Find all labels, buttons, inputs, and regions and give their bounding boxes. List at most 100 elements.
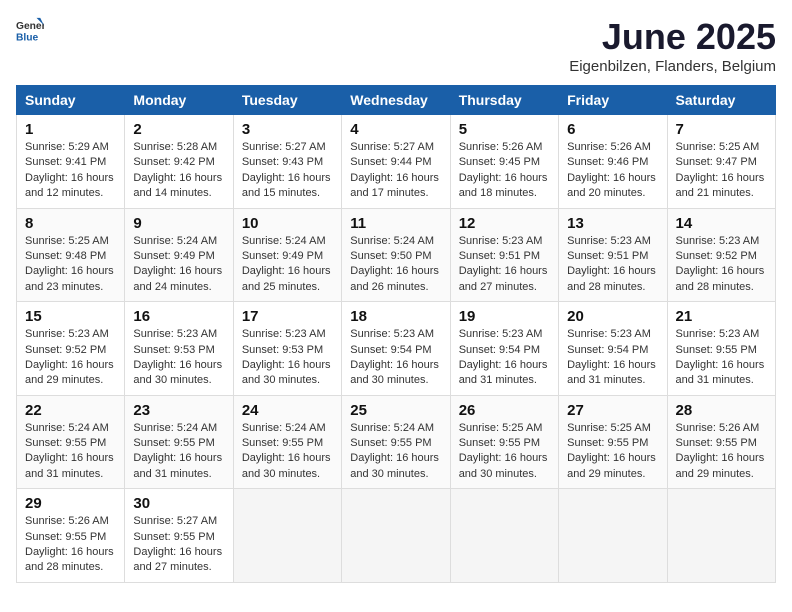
- day-info: Sunrise: 5:24 AM Sunset: 9:55 PM Dayligh…: [25, 421, 116, 483]
- calendar-header-row: Sunday Monday Tuesday Wednesday Thursday…: [17, 86, 776, 115]
- sunset-text: Sunset: 9:52 PM: [25, 344, 106, 356]
- day-info: Sunrise: 5:23 AM Sunset: 9:55 PM Dayligh…: [676, 327, 767, 389]
- sunrise-text: Sunrise: 5:25 AM: [567, 422, 651, 434]
- sunset-text: Sunset: 9:55 PM: [350, 437, 431, 449]
- title-area: June 2025 Eigenbilzen, Flanders, Belgium: [569, 16, 776, 75]
- daylight-text: Daylight: 16 hours and 23 minutes.: [25, 265, 114, 292]
- col-thursday: Thursday: [450, 86, 558, 115]
- daylight-text: Daylight: 16 hours and 30 minutes.: [350, 359, 439, 386]
- day-info: Sunrise: 5:24 AM Sunset: 9:49 PM Dayligh…: [133, 234, 224, 296]
- day-number: 18: [350, 308, 441, 325]
- daylight-text: Daylight: 16 hours and 31 minutes.: [133, 452, 222, 479]
- table-row: 22 Sunrise: 5:24 AM Sunset: 9:55 PM Dayl…: [17, 395, 125, 489]
- table-row: 18 Sunrise: 5:23 AM Sunset: 9:54 PM Dayl…: [342, 302, 450, 396]
- sunrise-text: Sunrise: 5:24 AM: [242, 235, 326, 247]
- location-subtitle: Eigenbilzen, Flanders, Belgium: [569, 58, 776, 75]
- sunset-text: Sunset: 9:54 PM: [459, 344, 540, 356]
- day-info: Sunrise: 5:23 AM Sunset: 9:51 PM Dayligh…: [567, 234, 658, 296]
- day-info: Sunrise: 5:24 AM Sunset: 9:49 PM Dayligh…: [242, 234, 333, 296]
- sunrise-text: Sunrise: 5:26 AM: [25, 515, 109, 527]
- sunset-text: Sunset: 9:55 PM: [25, 437, 106, 449]
- day-number: 28: [676, 402, 767, 419]
- day-number: 15: [25, 308, 116, 325]
- sunrise-text: Sunrise: 5:23 AM: [350, 328, 434, 340]
- day-info: Sunrise: 5:23 AM Sunset: 9:53 PM Dayligh…: [242, 327, 333, 389]
- daylight-text: Daylight: 16 hours and 21 minutes.: [676, 172, 765, 199]
- sunrise-text: Sunrise: 5:23 AM: [459, 235, 543, 247]
- sunset-text: Sunset: 9:54 PM: [567, 344, 648, 356]
- calendar-row: 22 Sunrise: 5:24 AM Sunset: 9:55 PM Dayl…: [17, 395, 776, 489]
- daylight-text: Daylight: 16 hours and 27 minutes.: [459, 265, 548, 292]
- sunrise-text: Sunrise: 5:24 AM: [350, 235, 434, 247]
- sunrise-text: Sunrise: 5:27 AM: [350, 141, 434, 153]
- col-sunday: Sunday: [17, 86, 125, 115]
- table-row: 7 Sunrise: 5:25 AM Sunset: 9:47 PM Dayli…: [667, 115, 775, 209]
- table-row: 5 Sunrise: 5:26 AM Sunset: 9:45 PM Dayli…: [450, 115, 558, 209]
- day-info: Sunrise: 5:25 AM Sunset: 9:55 PM Dayligh…: [459, 421, 550, 483]
- table-row: 28 Sunrise: 5:26 AM Sunset: 9:55 PM Dayl…: [667, 395, 775, 489]
- day-info: Sunrise: 5:24 AM Sunset: 9:55 PM Dayligh…: [133, 421, 224, 483]
- sunset-text: Sunset: 9:41 PM: [25, 156, 106, 168]
- day-number: 13: [567, 215, 658, 232]
- daylight-text: Daylight: 16 hours and 30 minutes.: [133, 359, 222, 386]
- day-info: Sunrise: 5:23 AM Sunset: 9:53 PM Dayligh…: [133, 327, 224, 389]
- daylight-text: Daylight: 16 hours and 31 minutes.: [676, 359, 765, 386]
- daylight-text: Daylight: 16 hours and 28 minutes.: [676, 265, 765, 292]
- table-row: 13 Sunrise: 5:23 AM Sunset: 9:51 PM Dayl…: [559, 208, 667, 302]
- day-number: 11: [350, 215, 441, 232]
- daylight-text: Daylight: 16 hours and 24 minutes.: [133, 265, 222, 292]
- sunset-text: Sunset: 9:45 PM: [459, 156, 540, 168]
- sunset-text: Sunset: 9:53 PM: [242, 344, 323, 356]
- day-number: 16: [133, 308, 224, 325]
- sunrise-text: Sunrise: 5:24 AM: [133, 235, 217, 247]
- sunset-text: Sunset: 9:55 PM: [25, 531, 106, 543]
- day-number: 4: [350, 121, 441, 138]
- day-number: 25: [350, 402, 441, 419]
- day-number: 26: [459, 402, 550, 419]
- daylight-text: Daylight: 16 hours and 31 minutes.: [25, 452, 114, 479]
- table-row: 24 Sunrise: 5:24 AM Sunset: 9:55 PM Dayl…: [233, 395, 341, 489]
- sunrise-text: Sunrise: 5:28 AM: [133, 141, 217, 153]
- day-info: Sunrise: 5:29 AM Sunset: 9:41 PM Dayligh…: [25, 140, 116, 202]
- table-row: 15 Sunrise: 5:23 AM Sunset: 9:52 PM Dayl…: [17, 302, 125, 396]
- table-row: 8 Sunrise: 5:25 AM Sunset: 9:48 PM Dayli…: [17, 208, 125, 302]
- sunrise-text: Sunrise: 5:24 AM: [350, 422, 434, 434]
- day-info: Sunrise: 5:26 AM Sunset: 9:55 PM Dayligh…: [25, 514, 116, 576]
- col-wednesday: Wednesday: [342, 86, 450, 115]
- day-number: 12: [459, 215, 550, 232]
- calendar-row: 29 Sunrise: 5:26 AM Sunset: 9:55 PM Dayl…: [17, 489, 776, 583]
- sunset-text: Sunset: 9:55 PM: [676, 437, 757, 449]
- table-row: 4 Sunrise: 5:27 AM Sunset: 9:44 PM Dayli…: [342, 115, 450, 209]
- daylight-text: Daylight: 16 hours and 29 minutes.: [676, 452, 765, 479]
- table-row: 26 Sunrise: 5:25 AM Sunset: 9:55 PM Dayl…: [450, 395, 558, 489]
- col-monday: Monday: [125, 86, 233, 115]
- daylight-text: Daylight: 16 hours and 30 minutes.: [242, 452, 331, 479]
- table-row: [233, 489, 341, 583]
- sunrise-text: Sunrise: 5:23 AM: [567, 328, 651, 340]
- day-number: 3: [242, 121, 333, 138]
- day-number: 6: [567, 121, 658, 138]
- sunrise-text: Sunrise: 5:29 AM: [25, 141, 109, 153]
- sunset-text: Sunset: 9:49 PM: [133, 250, 214, 262]
- day-info: Sunrise: 5:24 AM Sunset: 9:50 PM Dayligh…: [350, 234, 441, 296]
- table-row: 3 Sunrise: 5:27 AM Sunset: 9:43 PM Dayli…: [233, 115, 341, 209]
- daylight-text: Daylight: 16 hours and 26 minutes.: [350, 265, 439, 292]
- day-info: Sunrise: 5:24 AM Sunset: 9:55 PM Dayligh…: [242, 421, 333, 483]
- daylight-text: Daylight: 16 hours and 28 minutes.: [25, 546, 114, 573]
- sunset-text: Sunset: 9:47 PM: [676, 156, 757, 168]
- table-row: [667, 489, 775, 583]
- day-number: 20: [567, 308, 658, 325]
- table-row: 16 Sunrise: 5:23 AM Sunset: 9:53 PM Dayl…: [125, 302, 233, 396]
- sunset-text: Sunset: 9:55 PM: [242, 437, 323, 449]
- day-number: 19: [459, 308, 550, 325]
- calendar-row: 8 Sunrise: 5:25 AM Sunset: 9:48 PM Dayli…: [17, 208, 776, 302]
- daylight-text: Daylight: 16 hours and 30 minutes.: [242, 359, 331, 386]
- sunset-text: Sunset: 9:48 PM: [25, 250, 106, 262]
- day-info: Sunrise: 5:26 AM Sunset: 9:45 PM Dayligh…: [459, 140, 550, 202]
- day-number: 10: [242, 215, 333, 232]
- day-number: 1: [25, 121, 116, 138]
- day-info: Sunrise: 5:26 AM Sunset: 9:55 PM Dayligh…: [676, 421, 767, 483]
- table-row: 27 Sunrise: 5:25 AM Sunset: 9:55 PM Dayl…: [559, 395, 667, 489]
- daylight-text: Daylight: 16 hours and 30 minutes.: [459, 452, 548, 479]
- sunset-text: Sunset: 9:43 PM: [242, 156, 323, 168]
